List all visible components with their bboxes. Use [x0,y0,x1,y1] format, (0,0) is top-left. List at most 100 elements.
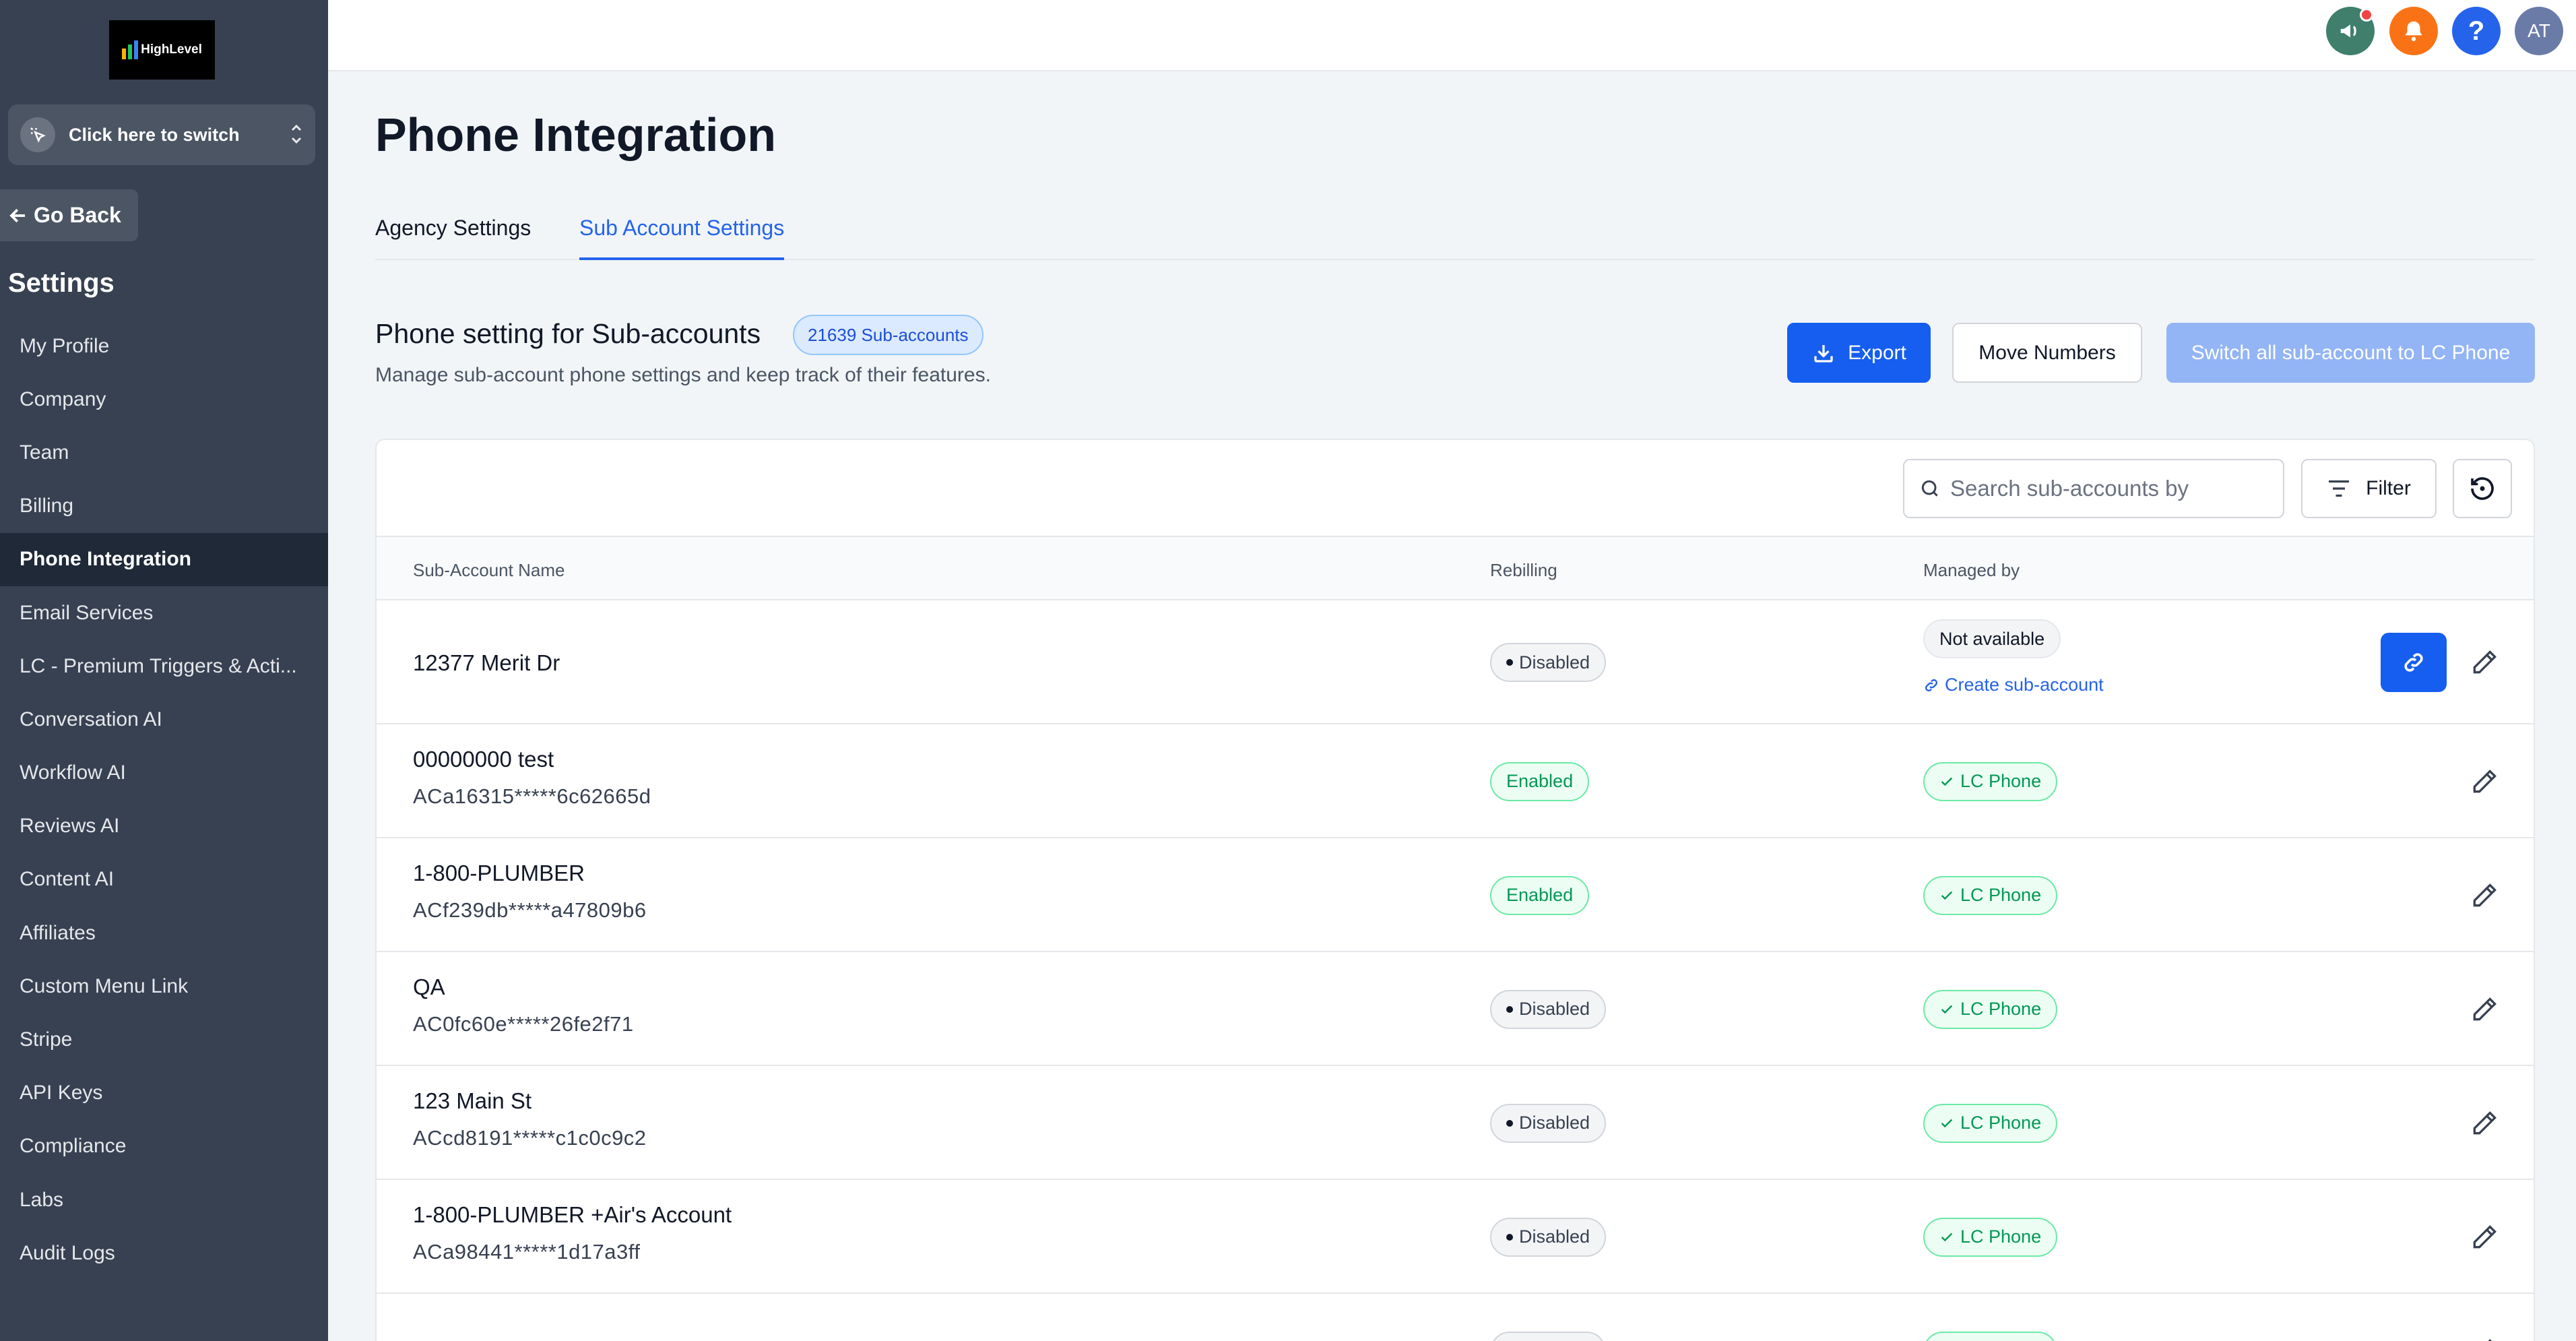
edit-pencil-icon[interactable] [2470,881,2499,910]
filter-label: Filter [2366,477,2411,499]
managed-by-badge: LC Phone [1923,875,2058,915]
highlevel-logo[interactable]: HighLevel [109,20,215,80]
sub-account-count-badge: 21639 Sub-accounts [793,315,984,355]
section-subtitle: Manage sub-account phone settings and ke… [375,364,991,386]
go-back-label: Go Back [34,203,121,227]
sidebar-item-audit-logs[interactable]: Audit Logs [0,1226,328,1280]
table-row: QA AC0fc60e*****26fe2f71 Disabled LC Phone [377,952,2534,1066]
tab-sub-account-settings[interactable]: Sub Account Settings [579,216,785,260]
sidebar-item-phone-integration[interactable]: Phone Integration [0,532,328,586]
managed-by-badge: LC Phone [1923,1103,2058,1143]
managed-by-label: LC Phone [1960,999,2042,1019]
rebilling-status-label: Enabled [1506,771,1574,791]
table-row: 00000000 test ACa16315*****6c62665d Enable… [377,724,2534,838]
user-avatar[interactable]: AT [2515,7,2563,55]
managed-by-badge: LC Phone [1923,761,2058,801]
account-sid: ACf239db*****a47809b6 [413,898,647,922]
sidebar-item-email-services[interactable]: Email Services [0,586,328,640]
search-box[interactable] [1903,459,2284,518]
rebilling-status-badge: Disabled [1490,643,1607,682]
status-dot-icon [1506,1233,1513,1241]
go-back-button[interactable]: Go Back [0,189,138,241]
sidebar-item-api-keys[interactable]: API Keys [0,1067,328,1120]
section-title: Phone setting for Sub-accounts [375,318,761,349]
sidebar-item-labs[interactable]: Labs [0,1173,328,1226]
rebilling-status-badge: Enabled [1490,875,1590,915]
table-row: 123 Main St ACcd8191*****c1c0c9c2 Disabled… [377,1066,2534,1180]
logo-bars-icon [122,40,139,59]
managed-by-badge: Not available [1923,619,2061,658]
sidebar-item-compliance[interactable]: Compliance [0,1120,328,1173]
account-sid: ACa16315*****6c62665d [413,784,651,808]
link-icon [1923,677,1945,693]
sidebar-item-lc-premium-triggers-acti[interactable]: LC - Premium Triggers & Acti... [0,640,328,693]
sidebar-item-conversation-ai[interactable]: Conversation AI [0,693,328,746]
unread-dot [2360,8,2373,22]
search-input[interactable] [1950,476,2233,501]
sidebar-item-billing[interactable]: Billing [0,480,328,533]
edit-pencil-icon[interactable] [2470,767,2499,797]
account-switcher[interactable]: Click here to switch [8,104,315,165]
check-icon [1941,1005,1953,1013]
logo-text: HighLevel [141,42,202,57]
sidebar-item-my-profile[interactable]: My Profile [0,319,328,373]
col-header-managed-by[interactable]: Managed by [1923,560,2020,581]
status-dot-icon [1506,1119,1513,1127]
avatar-initials: AT [2527,20,2550,41]
managed-by-badge: LC Phone [1923,989,2058,1029]
table-row: 12377 Merit Dr Disabled Not available Creat… [377,600,2534,724]
question-mark-icon: ? [2468,15,2485,46]
sub-account-name: 12377 Merit Dr [413,650,560,675]
chevron-up-down-icon [290,122,303,148]
managed-by-badge: LC Phone [1923,1331,2058,1341]
export-button[interactable]: Export [1787,323,1931,383]
table-header: Sub-Account Name Rebilling Managed by [377,536,2534,600]
sidebar-item-reviews-ai[interactable]: Reviews AI [0,800,328,853]
sidebar-item-company[interactable]: Company [0,373,328,426]
download-icon [1814,344,1833,363]
rebilling-status-label: Enabled [1506,885,1574,905]
status-dot-icon [1506,1005,1513,1013]
edit-pencil-icon[interactable] [2470,1109,2499,1138]
tab-agency-settings[interactable]: Agency Settings [375,216,531,260]
switch-all-lc-phone-button[interactable]: Switch all sub-account to LC Phone [2166,323,2535,383]
sidebar-item-custom-menu-link[interactable]: Custom Menu Link [0,960,328,1013]
sidebar-item-team[interactable]: Team [0,426,328,479]
table-row: 1-800-PLUMBER +Air's Account ACa98441****… [377,1180,2534,1294]
managed-by-label: Not available [1939,628,2045,649]
switcher-label: Click here to switch [69,124,240,145]
status-dot-icon [1506,659,1513,666]
sidebar-item-stripe[interactable]: Stripe [0,1013,328,1066]
check-icon [1941,1119,1953,1127]
edit-pencil-icon[interactable] [2470,1222,2499,1252]
arrow-left-icon [9,208,25,222]
create-sub-account-link[interactable]: Create sub-account [1923,675,2104,695]
megaphone-icon [2340,24,2356,38]
settings-title: Settings [8,268,115,298]
sidebar-item-content-ai[interactable]: Content AI [0,853,328,906]
edit-pencil-icon[interactable] [2470,995,2499,1024]
move-numbers-button[interactable]: Move Numbers [1952,323,2142,383]
edit-pencil-icon[interactable] [2470,648,2499,677]
filter-button[interactable]: Filter [2301,459,2437,518]
link-account-button[interactable] [2381,633,2447,692]
check-icon [1941,891,1953,900]
col-header-name[interactable]: Sub-Account Name [413,560,565,581]
refresh-button[interactable] [2453,459,2512,518]
sidebar-item-workflow-ai[interactable]: Workflow AI [0,747,328,800]
managed-by-label: LC Phone [1960,771,2042,791]
col-header-rebilling[interactable]: Rebilling [1490,560,1557,581]
filter-lines-icon [2329,480,2350,497]
edit-pencil-icon[interactable] [2470,1336,2499,1341]
announcement-button[interactable] [2326,7,2375,55]
rebilling-status-label: Disabled [1519,1226,1590,1247]
rebilling-status-label: Disabled [1519,1113,1590,1133]
notifications-button[interactable] [2389,7,2438,55]
sub-account-name: 1-800-PLUMBER [413,860,585,885]
help-button[interactable]: ? [2452,7,2501,55]
sub-account-name: 123 Main St [413,1088,532,1113]
sub-account-name: QA [413,974,445,999]
managed-by-label: LC Phone [1960,1113,2042,1133]
sidebar-item-affiliates[interactable]: Affiliates [0,906,328,960]
rebilling-status-badge: Disabled [1490,1217,1607,1257]
